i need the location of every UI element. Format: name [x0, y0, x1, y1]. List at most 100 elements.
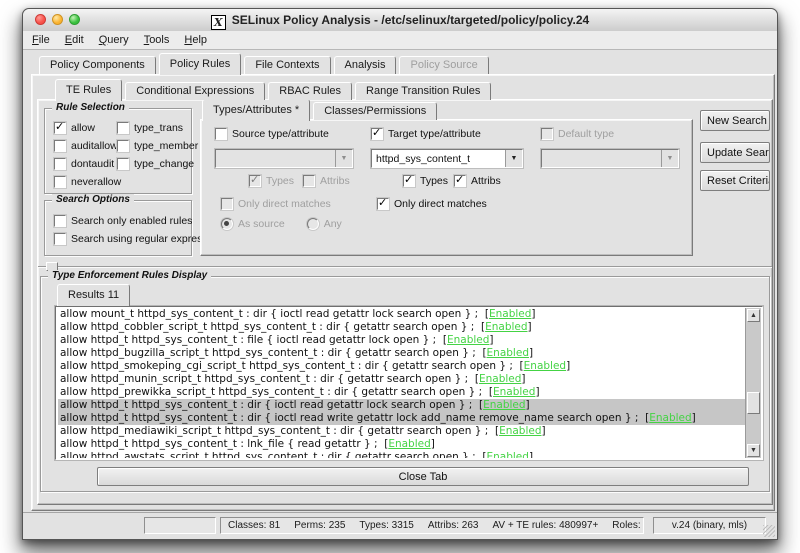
rule-checkbox-type-member[interactable]: type_member [117, 140, 198, 152]
result-row[interactable]: allow httpd_awstats_script_t httpd_sys_c… [58, 451, 746, 458]
search-options-list: Search only enabled rules Search using re… [54, 215, 222, 251]
close-tab-button[interactable]: Close Tab [97, 467, 749, 486]
pane-divider[interactable] [38, 266, 772, 268]
enabled-status: Enabled [447, 334, 489, 346]
checkbox-box [221, 198, 233, 210]
menu-edit[interactable]: Edit [65, 31, 84, 50]
subtab-range-transition-rules[interactable]: Range Transition Rules [355, 82, 491, 100]
search-options-title: Search Options [52, 194, 134, 205]
checkbox-box [117, 140, 129, 152]
target-type-label: Target type/attribute [388, 128, 481, 140]
crittab-types-attributes[interactable]: Types/Attributes * [202, 99, 310, 121]
rule-selection-col2: type_trans type_member type_change [117, 122, 198, 176]
scroll-down-icon[interactable] [747, 444, 760, 457]
enabled-status: Enabled [487, 347, 529, 359]
scrollbar-thumb[interactable] [747, 392, 760, 414]
results-rows: allow mount_t httpd_sys_content_t : dir … [58, 308, 746, 458]
target-type-checkbox[interactable]: Target type/attribute [371, 128, 481, 140]
target-type-combobox[interactable]: httpd_sys_content_t [371, 149, 523, 168]
status-version-box: v.24 (binary, mls) [653, 517, 766, 534]
checkbox-box [541, 128, 553, 140]
titlebar[interactable]: XSELinux Policy Analysis - /etc/selinux/… [23, 9, 777, 32]
status-bar: Classes: 81Perms: 235Types: 3315Attribs:… [23, 512, 777, 539]
status-stat: Classes: 81 [228, 520, 280, 531]
update-search-button[interactable]: Update Search [700, 142, 770, 163]
checkbox-box [54, 215, 66, 227]
new-search-button[interactable]: New Search [700, 110, 770, 131]
default-type-label: Default type [558, 128, 614, 140]
radio-circle [307, 218, 319, 230]
menu-bar: File Edit Query Tools Help [23, 31, 777, 50]
checkbox-box [215, 128, 227, 140]
enabled-status: Enabled [489, 308, 531, 320]
tab-policy-components[interactable]: Policy Components [39, 56, 156, 74]
target-attribs-checkbox[interactable]: Attribs [454, 175, 501, 187]
results-tab[interactable]: Results 11 [57, 284, 130, 306]
types-attributes-page: Source type/attribute Types Attribs Only… [200, 119, 693, 256]
status-stat: Attribs: 263 [428, 520, 479, 531]
checkbox-box [454, 175, 466, 187]
menu-query[interactable]: Query [99, 31, 129, 50]
subtab-rbac-rules[interactable]: RBAC Rules [268, 82, 352, 100]
tab-analysis[interactable]: Analysis [334, 56, 397, 74]
source-attribs-checkbox: Attribs [303, 175, 350, 187]
subtab-te-rules[interactable]: TE Rules [55, 79, 122, 101]
option-checkbox-search-using-regular-expression[interactable]: Search using regular expression [54, 233, 222, 245]
checkbox-box [371, 128, 383, 140]
source-radio-group: As sourceAny [221, 218, 364, 233]
result-row[interactable]: allow httpd_t httpd_sys_content_t : dir … [58, 412, 746, 425]
app-window: XSELinux Policy Analysis - /etc/selinux/… [22, 8, 778, 540]
reset-criteria-button[interactable]: Reset Criteria [700, 170, 770, 191]
enabled-status: Enabled [524, 360, 566, 372]
enabled-status: Enabled [649, 412, 691, 424]
result-row[interactable]: allow httpd_t httpd_sys_content_t : lnk_… [58, 438, 746, 451]
checkbox-box [54, 233, 66, 245]
status-stat: Types: 3315 [359, 520, 413, 531]
rule-checkbox-type-change[interactable]: type_change [117, 158, 198, 170]
rule-checkbox-type-trans[interactable]: type_trans [117, 122, 198, 134]
checkbox-box [54, 176, 66, 188]
source-type-label: Source type/attribute [232, 128, 329, 140]
te-rules-display-group: Type Enforcement Rules Display Results 1… [40, 276, 770, 492]
resize-grip-icon[interactable] [763, 525, 775, 537]
rule-selection-title: Rule Selection [52, 102, 129, 113]
te-rules-display-title: Type Enforcement Rules Display [48, 270, 211, 281]
result-row[interactable]: allow httpd_mediawiki_script_t httpd_sys… [58, 425, 746, 438]
default-type-checkbox: Default type [541, 128, 614, 140]
source-type-checkbox[interactable]: Source type/attribute [215, 128, 329, 140]
dropdown-arrow-icon[interactable] [505, 150, 522, 167]
result-row[interactable]: allow httpd_prewikka_script_t httpd_sys_… [58, 386, 746, 399]
enabled-status: Enabled [487, 451, 529, 458]
dropdown-arrow-icon [335, 150, 352, 167]
checkbox-box [54, 140, 66, 152]
menu-help[interactable]: Help [184, 31, 207, 50]
option-checkbox-search-only-enabled-rules[interactable]: Search only enabled rules [54, 215, 222, 227]
rule-checkbox-auditallow[interactable]: auditallow [54, 140, 121, 152]
result-row[interactable]: allow httpd_bugzilla_script_t httpd_sys_… [58, 347, 746, 360]
criteria-tab-bar: Types/Attributes *Classes/Permissions [202, 102, 440, 120]
menu-file[interactable]: File [32, 31, 50, 50]
tab-policy-rules[interactable]: Policy Rules [159, 53, 242, 75]
result-row[interactable]: allow httpd_t httpd_sys_content_t : file… [58, 334, 746, 347]
rule-checkbox-neverallow[interactable]: neverallow [54, 176, 121, 188]
checkbox-box [377, 198, 389, 210]
vertical-scrollbar[interactable] [745, 308, 761, 458]
crittab-classes-permissions[interactable]: Classes/Permissions [313, 102, 437, 120]
target-only-direct-checkbox[interactable]: Only direct matches [377, 198, 487, 210]
target-types-checkbox[interactable]: Types [403, 175, 448, 187]
results-listbox[interactable]: allow mount_t httpd_sys_content_t : dir … [55, 306, 763, 460]
result-row[interactable]: allow httpd_t httpd_sys_content_t : dir … [58, 399, 746, 412]
subtab-conditional-expressions[interactable]: Conditional Expressions [125, 82, 265, 100]
scroll-up-icon[interactable] [747, 309, 760, 322]
result-row[interactable]: allow httpd_munin_script_t httpd_sys_con… [58, 373, 746, 386]
result-row[interactable]: allow httpd_smokeping_cgi_script_t httpd… [58, 360, 746, 373]
result-row[interactable]: allow mount_t httpd_sys_content_t : dir … [58, 308, 746, 321]
checkbox-box [403, 175, 415, 187]
result-row[interactable]: allow httpd_cobbler_script_t httpd_sys_c… [58, 321, 746, 334]
rule-checkbox-allow[interactable]: allow [54, 122, 121, 134]
rule-checkbox-dontaudit[interactable]: dontaudit [54, 158, 121, 170]
source-only-direct-checkbox: Only direct matches [221, 198, 331, 210]
radio-circle [221, 218, 233, 230]
tab-file-contexts[interactable]: File Contexts [244, 56, 330, 74]
menu-tools[interactable]: Tools [144, 31, 170, 50]
